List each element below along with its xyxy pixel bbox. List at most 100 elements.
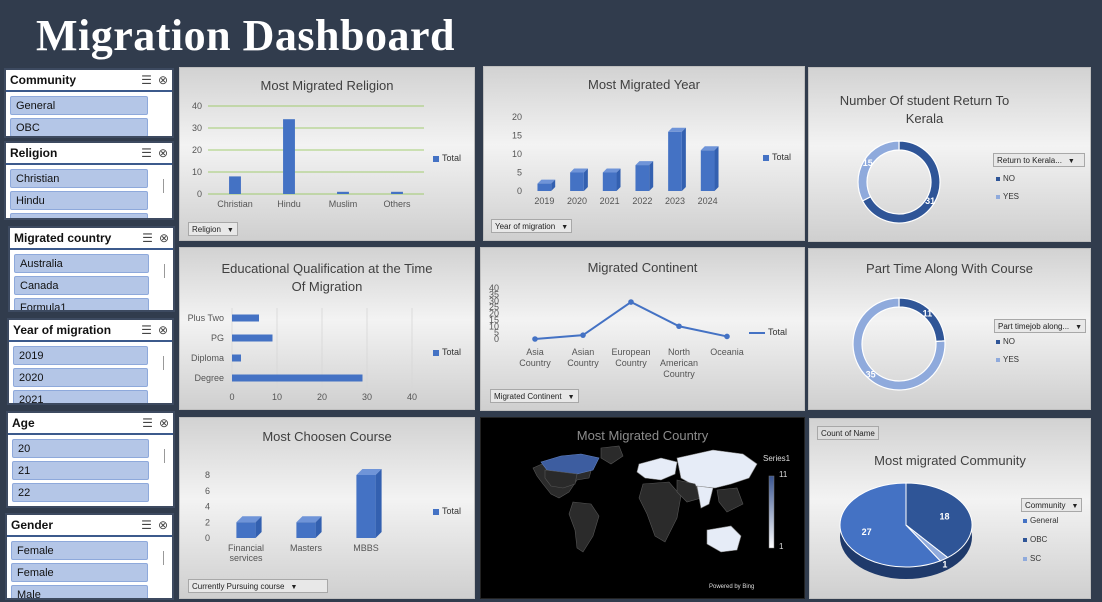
- world-map: [532, 445, 775, 553]
- year-filter-button[interactable]: Year of migration ▼: [491, 219, 573, 233]
- legend: Total: [433, 506, 461, 516]
- bar: [602, 172, 617, 191]
- continent-filter-button[interactable]: Migrated Continent ▼: [490, 389, 579, 403]
- slicer-item[interactable]: Female: [11, 541, 148, 560]
- dashboard-title: Migration Dashboard: [36, 11, 455, 60]
- slicer-header: Gender ☰ ⊗: [7, 515, 172, 537]
- community-chart-panel[interactable]: Count of Name Most migrated Community 27…: [809, 418, 1091, 599]
- slicer-migrated-country[interactable]: Migrated country ☰ ⊗ Australia Canada Formula…: [8, 226, 175, 312]
- color-scale: [768, 475, 775, 549]
- course-filter-button[interactable]: Currently Pursuing course ▼: [188, 579, 328, 593]
- x-tick-label: 2022: [632, 196, 652, 206]
- greenland-region: [600, 445, 624, 465]
- slicer-item[interactable]: 22: [12, 483, 149, 502]
- slicer-item[interactable]: 2021: [13, 390, 148, 403]
- legend: Total: [433, 347, 461, 357]
- x-tick-label: 2019: [534, 196, 554, 206]
- x-tick-label: 10: [272, 392, 282, 402]
- slicer-gender[interactable]: Gender ☰ ⊗ Female Female Male: [5, 513, 174, 600]
- multi-select-icon[interactable]: ☰: [141, 323, 152, 337]
- x-tick-label: Asian: [572, 347, 595, 357]
- data-point: [628, 299, 634, 305]
- x-tick-label: Financial: [228, 543, 264, 553]
- slicer-item[interactable]: Male: [11, 585, 148, 598]
- slicer-age[interactable]: Age ☰ ⊗ 20 21 22: [6, 411, 175, 508]
- clear-filter-icon[interactable]: ⊗: [158, 73, 168, 87]
- donut-slice: [857, 140, 900, 202]
- bar: [232, 314, 259, 322]
- slicer-item[interactable]: 21: [12, 461, 149, 480]
- parttime-filter-button[interactable]: Part timejob along... ▼: [994, 319, 1086, 333]
- slicer-item[interactable]: Canada: [14, 276, 149, 295]
- slicer-item[interactable]: 2020: [13, 368, 148, 387]
- slicer-item[interactable]: Australia: [14, 254, 149, 273]
- return-filter-button[interactable]: Return to Kerala... ▼: [993, 153, 1085, 167]
- slicer-item[interactable]: OBC: [10, 118, 148, 136]
- slicer-item[interactable]: 2019: [13, 346, 148, 365]
- multi-select-icon[interactable]: ☰: [141, 518, 152, 532]
- year-chart-panel[interactable]: Most Migrated Year 0 5 10 15 20 2019 2020 2021 2…: [483, 66, 805, 241]
- slicer-item[interactable]: Female: [11, 563, 148, 582]
- education-chart-panel[interactable]: Educational Qualification at the Time Of…: [179, 247, 475, 410]
- scale-max: 11: [779, 470, 788, 479]
- bar: [232, 354, 241, 362]
- legend-no: NO: [996, 337, 1015, 346]
- parttime-panel[interactable]: Part Time Along With Course 11 35 Part ti…: [808, 248, 1091, 410]
- country-map-panel[interactable]: Most Migrated Country Series1 11 1 Power…: [480, 417, 805, 599]
- asia-region: [676, 449, 758, 489]
- bar: [391, 191, 403, 194]
- scrollbar[interactable]: [164, 264, 165, 278]
- multi-select-icon[interactable]: ☰: [142, 231, 153, 245]
- y-tick-label: Degree: [194, 373, 224, 383]
- slicer-community[interactable]: Community ☰ ⊗ General OBC: [4, 68, 174, 138]
- slicer-item[interactable]: General: [10, 96, 148, 115]
- dropdown-icon: ▼: [226, 227, 234, 234]
- dropdown-icon: ▼: [561, 224, 569, 231]
- y-tick-label: 20: [512, 112, 522, 122]
- x-tick-label: Muslim: [329, 199, 358, 209]
- slicer-year-of-migration[interactable]: Year of migration ☰ ⊗ 2019 2020 2021: [7, 318, 174, 405]
- scrollbar[interactable]: [163, 356, 164, 370]
- clear-filter-icon[interactable]: ⊗: [158, 323, 168, 337]
- slicer-header: Age ☰ ⊗: [8, 413, 173, 435]
- return-kerala-panel[interactable]: Number Of student Return To Kerala 31 15 …: [808, 67, 1091, 242]
- slicer-item[interactable]: Christian: [10, 169, 148, 188]
- course-chart-panel[interactable]: Most Choosen Course 0 2 4 6 8 Financial servic…: [179, 417, 475, 599]
- clear-filter-icon[interactable]: ⊗: [158, 518, 168, 532]
- x-tick-label: Oceania: [710, 347, 744, 357]
- multi-select-icon[interactable]: ☰: [142, 416, 153, 430]
- filter-icon: ▼: [290, 584, 298, 591]
- bing-credit: Powered by Bing: [709, 584, 755, 590]
- scrollbar[interactable]: [164, 449, 165, 463]
- religion-filter-button[interactable]: Religion ▼: [188, 222, 238, 236]
- clear-filter-icon[interactable]: ⊗: [159, 416, 169, 430]
- y-tick-label: 40: [192, 101, 202, 111]
- x-tick-label: Country: [615, 358, 647, 368]
- bar-side: [681, 127, 686, 191]
- y-tick-label: 2: [205, 517, 210, 527]
- legend-yes: YES: [996, 192, 1019, 201]
- multi-select-icon[interactable]: ☰: [141, 146, 152, 160]
- religion-chart-panel[interactable]: Most Migrated Religion 0 10 20 30 40 Christia…: [179, 67, 475, 241]
- continent-chart-panel[interactable]: Migrated Continent 0 5 10 15 20 25 30 35 40 Asia C…: [480, 247, 805, 411]
- multi-select-icon[interactable]: ☰: [141, 73, 152, 87]
- slicer-title: Year of migration: [13, 323, 112, 337]
- bar: [296, 522, 316, 538]
- slicer-item[interactable]: Formula1: [14, 298, 149, 310]
- community-filter-button[interactable]: Community ▼: [1021, 498, 1083, 512]
- scrollbar[interactable]: [163, 551, 164, 565]
- clear-filter-icon[interactable]: ⊗: [159, 231, 169, 245]
- y-tick-label: 0: [205, 533, 210, 543]
- slicer-item[interactable]: Muslim: [10, 213, 148, 218]
- bar: [700, 150, 715, 191]
- clear-filter-icon[interactable]: ⊗: [158, 146, 168, 160]
- slicer-religion[interactable]: Religion ☰ ⊗ Christian Hindu Muslim: [4, 141, 174, 220]
- education-chart: 0 10 20 30 40 Plus Two PG Diploma Degree: [188, 308, 417, 402]
- scrollbar[interactable]: [163, 179, 164, 193]
- slicer-item[interactable]: 20: [12, 439, 149, 458]
- x-tick-label: 30: [362, 392, 372, 402]
- slicer-item[interactable]: Hindu: [10, 191, 148, 210]
- x-tick-label: Country: [663, 369, 695, 379]
- x-tick-label: 2021: [600, 196, 620, 206]
- bar: [356, 475, 376, 538]
